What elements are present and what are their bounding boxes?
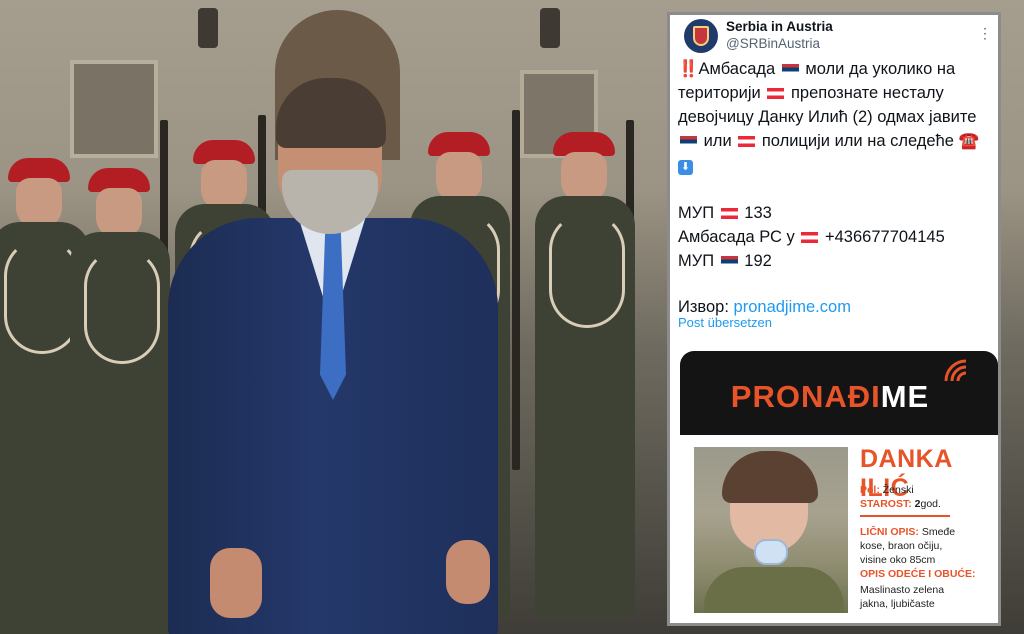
tweet-card[interactable]: Serbia in Austria @SRBinAustria ⋮ ‼️Амба… (667, 12, 1001, 626)
rifle (512, 110, 520, 470)
more-options-icon[interactable]: ⋮ (978, 25, 992, 42)
ambassador (168, 78, 498, 634)
tweet-text-segment: територији (678, 84, 761, 102)
poster-header: PRONAĐIME (680, 351, 998, 435)
account-handle[interactable]: @SRBinAustria (726, 36, 820, 51)
serbia-flag-icon (781, 64, 799, 75)
poster-body: DANKA ILIĆ Pol: Ženski STAROST: 2god. LI… (680, 435, 998, 621)
soldier (70, 168, 170, 634)
coat-of-arms-icon (693, 26, 709, 46)
source-link[interactable]: pronadjime.com (734, 298, 851, 316)
translate-post-link[interactable]: Post übersetzen (678, 315, 772, 330)
mup-serbia-number: 192 (744, 252, 772, 270)
building-window (70, 60, 158, 158)
clothes-line: jakna, ljubičaste (860, 598, 935, 610)
pronadjime-logo: PRONAĐIME (730, 379, 930, 414)
source-label: Извор: (678, 298, 729, 316)
austria-flag-icon (801, 232, 819, 243)
sex-line: Pol: Ženski (860, 484, 914, 496)
description-line: kose, braon očiju, (860, 540, 943, 552)
tweet-text: ‼️Амбасада моли да уколико на територији… (678, 57, 996, 319)
clothes-label: OPIS ODEĆE I OBUĆE: (860, 568, 976, 580)
age-line: STAROST: 2god. (860, 498, 941, 510)
serbia-flag-icon (680, 136, 697, 147)
missing-child-poster[interactable]: PRONAĐIME DANKA ILIĆ Pol: Ženski STAROST… (680, 351, 998, 621)
tweet-text-segment: девојчицу Данку Илић (2) одмах јавите (678, 108, 977, 126)
serbia-flag-icon (720, 256, 738, 267)
tweet-text-segment: или (703, 132, 732, 150)
soldier (535, 132, 635, 616)
mup-austria-label: МУП (678, 204, 715, 222)
tweet-text-segment: полицији или на следеће (761, 132, 954, 150)
embassy-number: +436677704145 (825, 228, 945, 246)
austria-flag-icon (767, 88, 785, 99)
lantern-icon (540, 8, 560, 48)
embassy-label: Амбасада РС у (678, 228, 795, 246)
austria-flag-icon (738, 136, 756, 147)
tweet-text-segment: Амбасада (698, 60, 776, 78)
tweet-text-segment: препознате несталу (790, 84, 944, 102)
mup-austria-number: 133 (744, 204, 772, 222)
pacifier-icon (754, 539, 788, 565)
divider (860, 515, 950, 517)
tweet-text-segment: моли да уколико на (805, 60, 956, 78)
telephone-icon: ☎️ (958, 132, 980, 150)
clothes-line: Maslinasto zelena (860, 584, 945, 596)
avatar[interactable] (684, 19, 718, 53)
signal-icon (944, 359, 967, 382)
account-name[interactable]: Serbia in Austria (726, 19, 833, 34)
description-line: LIČNI OPIS: Smeđe (860, 526, 956, 538)
lantern-icon (198, 8, 218, 48)
down-arrow-icon: ⬇ (678, 160, 693, 175)
child-photo (694, 447, 848, 613)
description-line: visine oko 85cm (860, 554, 936, 566)
mup-serbia-label: МУП (678, 252, 715, 270)
tweet-header: Serbia in Austria @SRBinAustria ⋮ (678, 19, 994, 59)
austria-flag-icon (720, 208, 738, 219)
double-exclamation-icon: ‼️ (678, 60, 699, 78)
